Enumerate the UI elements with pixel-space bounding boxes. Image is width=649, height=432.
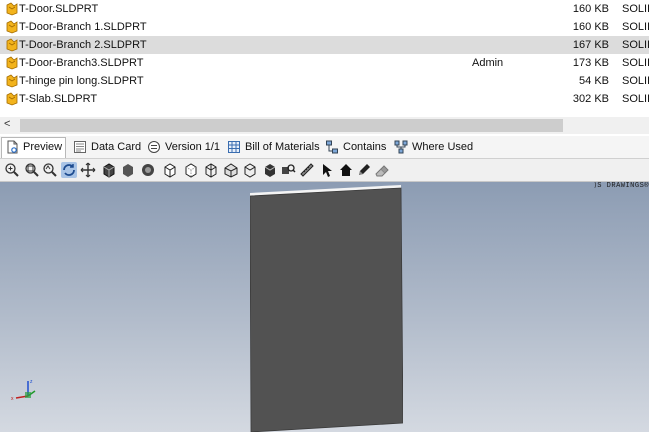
solidworks-part-icon: [6, 20, 18, 34]
file-name: T-Slab.SLDPRT: [19, 93, 98, 105]
tab-preview[interactable]: Preview: [1, 137, 67, 158]
file-size: 160 KB: [572, 21, 609, 33]
solidworks-part-icon: [6, 92, 18, 106]
preview-tabs: Preview Data Card Version 1/1 Bill of Ma…: [0, 136, 649, 159]
axis-triad-icon: z x: [11, 379, 36, 402]
select-icon[interactable]: [319, 162, 335, 178]
where-used-icon: [394, 140, 408, 154]
rotate-icon[interactable]: [61, 162, 77, 178]
solidworks-part-icon: [6, 2, 18, 16]
viewer-toolbar: [0, 159, 649, 182]
bill-of-materials-icon: [228, 141, 240, 154]
tab-contains-label: Contains: [343, 141, 387, 154]
data-card-icon: [74, 141, 86, 154]
drawings-watermark: ⟩S DRAWINGS®: [594, 182, 649, 190]
perspective-icon[interactable]: [223, 162, 239, 178]
measure-icon[interactable]: [299, 162, 315, 178]
pan-icon[interactable]: [80, 162, 96, 178]
tab-data-card[interactable]: Data Card: [70, 138, 144, 156]
3d-preview-viewport[interactable]: ⟩S DRAWINGS® z x: [0, 182, 649, 432]
hidden-lines-removed-icon[interactable]: [162, 162, 178, 178]
zoom-to-fit-icon[interactable]: [4, 162, 20, 178]
tab-bill-of-materials[interactable]: Bill of Materials: [224, 138, 323, 156]
file-size: 302 KB: [572, 93, 609, 105]
tab-version[interactable]: Version 1/1: [144, 138, 223, 156]
scrollbar-thumb[interactable]: [20, 119, 563, 132]
view-cube-icon[interactable]: [262, 162, 278, 178]
file-type: SOLID: [622, 39, 649, 51]
solidworks-part-icon: [6, 38, 18, 52]
tab-where-used[interactable]: Where Used: [391, 138, 476, 156]
svg-text:x: x: [11, 396, 14, 402]
door-part-model: [250, 185, 403, 432]
tab-preview-label: Preview: [23, 141, 63, 154]
preview-icon: [7, 140, 18, 154]
section-view-icon[interactable]: [280, 162, 296, 178]
file-name: T-Door-Branch3.SLDPRT: [19, 57, 144, 69]
file-type: SOLID: [622, 93, 649, 105]
file-type: SOLID: [622, 3, 649, 15]
markup-pen-icon[interactable]: [356, 162, 372, 178]
file-row[interactable]: T-Slab.SLDPRT 302 KB SOLID: [0, 90, 649, 108]
tab-bill-of-materials-label: Bill of Materials: [245, 141, 320, 154]
file-name: T-Door-Branch 2.SLDPRT: [19, 39, 147, 51]
solidworks-part-icon: [6, 74, 18, 88]
tab-where-used-label: Where Used: [412, 141, 474, 154]
file-size: 54 KB: [579, 75, 609, 87]
zoom-to-area-icon[interactable]: [24, 162, 40, 178]
tab-contains[interactable]: Contains: [322, 138, 389, 156]
hidden-lines-visible-icon[interactable]: [183, 162, 199, 178]
contains-icon: [326, 140, 338, 154]
file-row[interactable]: T-hinge pin long.SLDPRT 54 KB SOLID: [0, 72, 649, 90]
tab-data-card-label: Data Card: [91, 141, 142, 154]
file-row[interactable]: T-Door-Branch 1.SLDPRT 160 KB SOLID: [0, 18, 649, 36]
file-name: T-hinge pin long.SLDPRT: [19, 75, 144, 87]
shaded-with-edges-icon[interactable]: [101, 162, 117, 178]
zoom-in-out-icon[interactable]: [42, 162, 58, 178]
erase-icon[interactable]: [374, 162, 390, 178]
file-size: 160 KB: [572, 3, 609, 15]
solidworks-part-icon: [6, 56, 18, 70]
scroll-left-arrow[interactable]: <: [4, 118, 10, 130]
file-type: SOLID: [622, 57, 649, 69]
horizontal-scrollbar[interactable]: <: [0, 117, 649, 134]
file-size: 173 KB: [572, 57, 609, 69]
file-name: T-Door.SLDPRT: [19, 3, 99, 15]
file-checked-out-by: Admin: [472, 57, 504, 69]
file-list: T-Door.SLDPRT160 KBSOLIDT-Door-Branch 1.…: [0, 0, 649, 108]
draft-quality-icon[interactable]: [140, 162, 156, 178]
version-icon: [148, 141, 160, 154]
shaded-icon[interactable]: [120, 162, 136, 178]
file-row[interactable]: T-Door.SLDPRT 160 KB SOLID: [0, 0, 649, 18]
wireframe-icon[interactable]: [203, 162, 219, 178]
tab-version-label: Version 1/1: [165, 141, 221, 154]
file-type: SOLID: [622, 75, 649, 87]
svg-text:z: z: [30, 379, 33, 385]
file-row[interactable]: T-Door-Branch3.SLDPRT Admin 173 KB SOLID: [0, 54, 649, 72]
home-view-icon[interactable]: [338, 162, 354, 178]
file-type: SOLID: [622, 21, 649, 33]
file-size: 167 KB: [572, 39, 609, 51]
file-row[interactable]: T-Door-Branch 2.SLDPRT 167 KB SOLID: [0, 36, 649, 54]
file-name: T-Door-Branch 1.SLDPRT: [19, 21, 147, 33]
isometric-icon[interactable]: [242, 162, 258, 178]
